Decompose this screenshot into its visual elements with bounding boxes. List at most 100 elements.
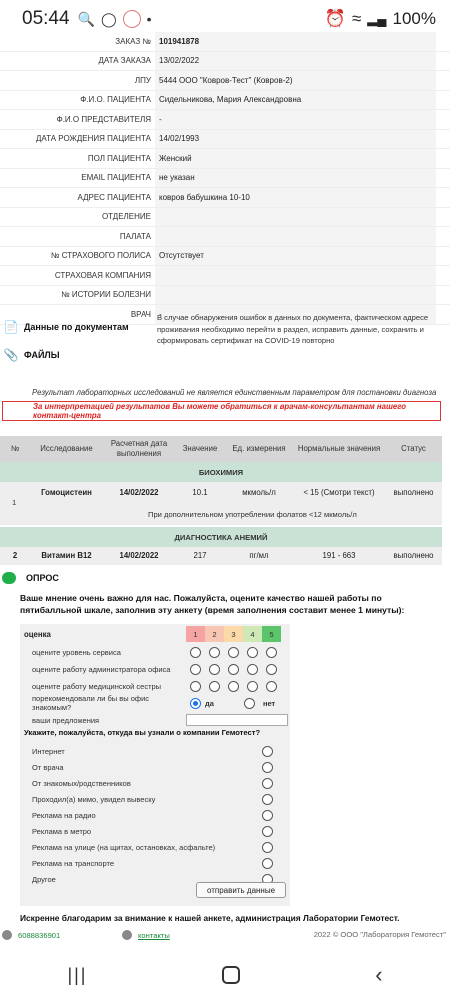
files-link[interactable]: 📎 ФАЙЛЫ (4, 346, 444, 364)
source-option: Реклама в метро (20, 823, 290, 839)
info-value: 14/02/1993 (155, 129, 436, 148)
rating-radio[interactable] (266, 663, 277, 675)
source-radio[interactable] (262, 745, 273, 757)
consultation-notice-text: За интерпретацией результатов Вы можете … (33, 402, 406, 420)
recommend-no-radio[interactable] (243, 697, 255, 709)
thanks-text: Искренне благодарим за внимание к нашей … (20, 913, 400, 923)
rating-radio[interactable] (209, 680, 220, 692)
col-header: Статус (401, 444, 426, 453)
footer-phone-link[interactable]: 6088836901 (2, 930, 60, 940)
rating-radio[interactable] (228, 663, 239, 675)
source-option: Реклама на улице (на щитах, остановках, … (20, 839, 290, 855)
test-extra-note: 1 При дополнительном употреблении фолато… (0, 498, 442, 525)
info-row: № СТРАХОВОГО ПОЛИСА Отсутствует (0, 246, 450, 266)
source-option: Реклама на транспорте (20, 855, 290, 871)
source-radio[interactable] (262, 809, 273, 821)
home-button[interactable] (222, 966, 241, 984)
rating-header: оценка 1 2 3 4 5 (20, 626, 290, 642)
col-header: Исследование (40, 444, 93, 453)
table-row: Гомоцистеин 14/02/2022 10.1 мкмоль/л < 1… (0, 482, 442, 504)
info-label: ПАЛАТА (0, 227, 155, 246)
rating-radio[interactable] (266, 646, 277, 658)
rating-radio[interactable] (209, 646, 220, 658)
test-status: выполнено (393, 551, 434, 560)
footer-contacts-link[interactable]: контакты (122, 930, 170, 940)
info-label: СТРАХОВАЯ КОМПАНИЯ (0, 266, 155, 285)
info-value: не указан (155, 168, 436, 187)
info-row: ПОЛ ПАЦИЕНТА Женский (0, 149, 450, 169)
info-value (155, 285, 436, 304)
source-radio[interactable] (262, 825, 273, 837)
info-value: Отсутствует (155, 246, 436, 265)
footer-copyright: 2022 © ООО "Лаборатория Гемотест" (313, 930, 446, 939)
info-value: 101941878 (155, 32, 436, 51)
source-label: Интернет (32, 746, 65, 756)
question-label: оцените работу администратора офиса (32, 664, 171, 674)
results-group-header: ДИАГНОСТИКА АНЕМИЙ (0, 527, 442, 547)
info-label: EMAIL ПАЦИЕНТА (0, 168, 155, 187)
source-radio[interactable] (262, 841, 273, 853)
recommend-yes-radio[interactable] (190, 697, 201, 709)
info-label: ПОЛ ПАЦИЕНТА (0, 149, 155, 168)
documents-note: В случае обнаружения ошибок в данных по … (157, 313, 429, 345)
app-logo-icon (122, 10, 141, 28)
test-name: Гомоцистеин (41, 488, 92, 497)
source-radio[interactable] (262, 793, 273, 805)
alarm-icon: ⏰ (324, 9, 346, 28)
battery-level: 100% (392, 9, 436, 28)
documents-section: 📄 Данные по документам 📎 ФАЙЛЫ В случае … (4, 312, 444, 364)
rating-radio[interactable] (190, 646, 201, 658)
table-row: 2 Витамин B12 14/02/2022 217 пг/мл 191 -… (0, 547, 442, 565)
source-option: Проходил(а) мимо, увидел вывеску (20, 791, 290, 807)
rating-radio[interactable] (247, 646, 258, 658)
rating-radio[interactable] (228, 680, 239, 692)
scale-cell: 5 (262, 626, 281, 642)
source-radio[interactable] (262, 761, 273, 773)
submit-button[interactable]: отправить данные (196, 882, 286, 898)
source-option: От знакомых/родственников (20, 775, 290, 791)
info-row: Ф.И.О. ПАЦИЕНТА Сидельникова, Мария Алекс… (0, 90, 450, 110)
test-unit: пг/мл (249, 551, 269, 560)
row-number: 1 (12, 498, 17, 507)
survey-title: ОПРОС (2, 572, 59, 584)
source-option: От врача (20, 759, 290, 775)
recents-button[interactable]: ||| (67, 965, 87, 986)
rating-radio[interactable] (247, 663, 258, 675)
info-row: ДАТА РОЖДЕНИЯ ПАЦИЕНТА 14/02/1993 (0, 129, 450, 149)
question-label: оцените уровень сервиса (32, 647, 121, 657)
source-label: Реклама на радио (32, 810, 96, 820)
results-group-header: БИОХИМИЯ (0, 462, 442, 482)
info-label: ЛПУ (0, 71, 155, 90)
info-row: ДАТА ЗАКАЗА 13/02/2022 (0, 51, 450, 71)
source-radio[interactable] (262, 857, 273, 869)
test-extra-text: При дополнительном употреблении фолатов … (148, 510, 357, 519)
recommend-question: порекомендовали ли бы вы офис знакомым? … (20, 694, 290, 712)
rating-radio[interactable] (209, 663, 220, 675)
info-row: № ИСТОРИИ БОЛЕЗНИ (0, 285, 450, 305)
col-header: № (10, 444, 20, 453)
search-icon: 🔍 (77, 10, 95, 27)
info-label: ДАТА РОЖДЕНИЯ ПАЦИЕНТА (0, 129, 155, 148)
source-label: Проходил(а) мимо, увидел вывеску (32, 794, 156, 804)
documents-data-label: Данные по документам (24, 322, 129, 332)
disclaimer-text: Результат лабораторных исследований не я… (32, 388, 437, 397)
rating-radio[interactable] (228, 646, 239, 658)
rating-radio[interactable] (190, 663, 201, 675)
scale-cell: 3 (224, 626, 243, 642)
info-value: Женский (155, 149, 436, 168)
suggestions-input[interactable] (186, 714, 288, 726)
rating-radio[interactable] (190, 680, 201, 692)
info-value: 5444 ООО "Ковров-Тест" (Ковров-2) (155, 71, 436, 90)
files-label: ФАЙЛЫ (24, 350, 60, 360)
signal-icon: ▂▄ (367, 11, 387, 26)
source-label: Реклама на улице (на щитах, остановках, … (32, 842, 216, 852)
scale-cell: 1 (186, 626, 205, 642)
test-name: Витамин B12 (41, 551, 92, 560)
source-radio[interactable] (262, 777, 273, 789)
source-question: Укажите, пожалуйста, откуда вы узнали о … (24, 728, 261, 737)
back-button[interactable]: ‹ (375, 962, 382, 988)
rating-radio[interactable] (266, 680, 277, 692)
rating-radio[interactable] (247, 680, 258, 692)
consultation-notice: За интерпретацией результатов Вы можете … (2, 401, 441, 421)
info-value (155, 207, 436, 226)
